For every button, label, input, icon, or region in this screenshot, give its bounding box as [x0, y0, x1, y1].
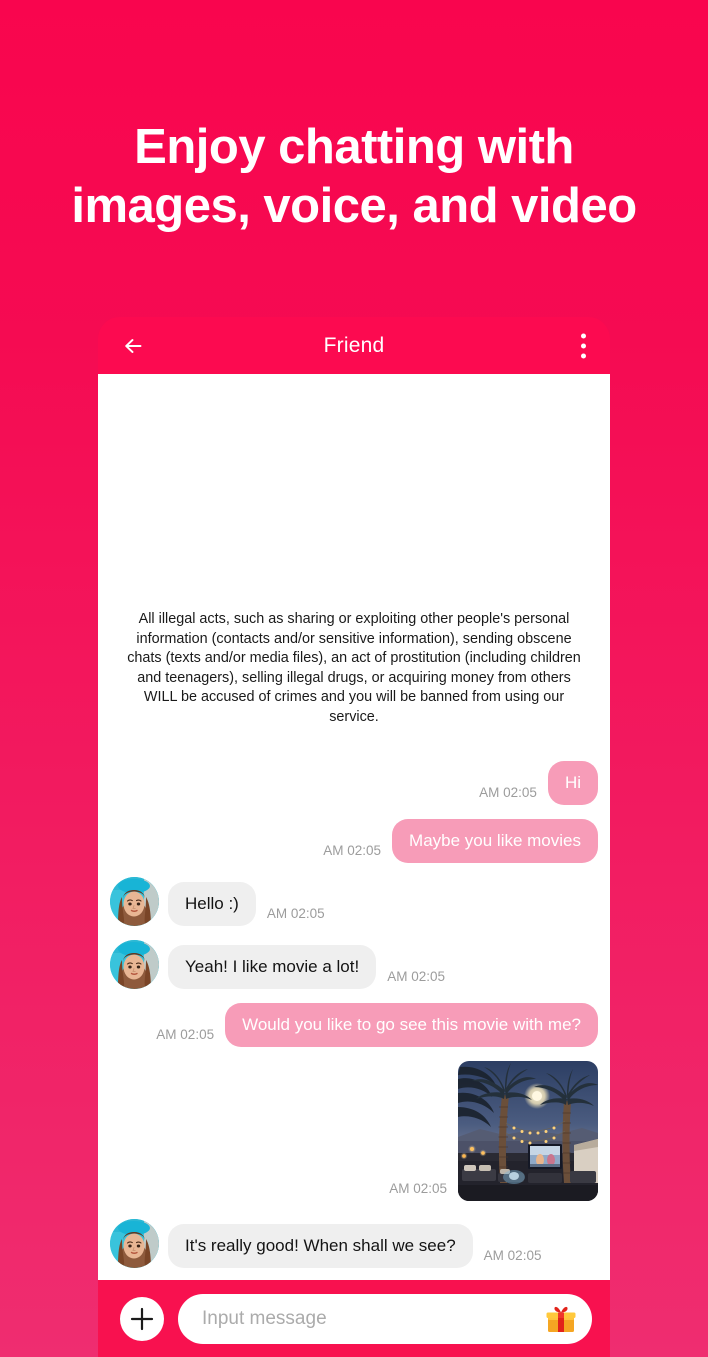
gift-icon[interactable] [544, 1302, 578, 1336]
message-timestamp: AM 02:05 [389, 1181, 447, 1196]
menu-dot [581, 343, 586, 348]
chat-header-bar: Friend [98, 317, 610, 374]
message-bubble-incoming[interactable]: Yeah! I like movie a lot! [168, 945, 377, 989]
headline-line-2: images, voice, and video [71, 179, 637, 233]
overflow-menu-icon[interactable] [581, 333, 586, 358]
message-row: AM 02:05 Would you like to go see this m… [110, 1003, 598, 1047]
promo-headline: Enjoy chatting with images, voice, and v… [0, 118, 708, 236]
message-timestamp: AM 02:05 [483, 1248, 542, 1263]
message-timestamp: AM 02:05 [156, 1027, 215, 1042]
message-input-bar [98, 1280, 610, 1357]
policy-notice: All illegal acts, such as sharing or exp… [127, 611, 581, 725]
menu-dot [581, 353, 586, 358]
message-row: AM 02:05 Maybe you like movies [110, 819, 598, 863]
message-list[interactable]: All illegal acts, such as sharing or exp… [98, 374, 610, 1280]
chat-screen: Friend All illegal acts, such as sharing… [98, 317, 610, 1357]
message-row: AM 02:05 Hi [110, 761, 598, 805]
chat-title: Friend [323, 333, 385, 357]
message-row: It's really good! When shall we see? AM … [110, 1219, 598, 1268]
message-bubble-incoming[interactable]: It's really good! When shall we see? [168, 1224, 473, 1268]
avatar[interactable] [110, 940, 159, 989]
message-timestamp: AM 02:05 [387, 969, 445, 984]
avatar[interactable] [110, 1219, 159, 1268]
message-timestamp: AM 02:05 [323, 843, 382, 858]
message-bubble-outgoing[interactable]: Would you like to go see this movie with… [225, 1003, 598, 1047]
back-arrow-icon[interactable] [118, 329, 152, 363]
message-bubble-outgoing[interactable]: Hi [547, 761, 598, 805]
menu-dot [581, 333, 586, 338]
message-timestamp: AM 02:05 [266, 906, 325, 921]
message-timestamp: AM 02:05 [479, 785, 537, 800]
message-row: Hello :) AM 02:05 [110, 877, 598, 926]
message-row: Yeah! I like movie a lot! AM 02:05 [110, 940, 598, 989]
message-photo[interactable] [458, 1061, 598, 1201]
message-input-wrapper[interactable] [178, 1293, 592, 1344]
headline-line-1: Enjoy chatting with [134, 120, 574, 174]
plus-icon [130, 1307, 154, 1330]
avatar[interactable] [110, 877, 159, 926]
message-row: AM 02:05 [110, 1061, 598, 1201]
message-bubble-outgoing[interactable]: Maybe you like movies [392, 819, 598, 863]
add-attachment-button[interactable] [120, 1296, 164, 1341]
message-input[interactable] [202, 1307, 544, 1330]
message-bubble-incoming[interactable]: Hello :) [168, 882, 256, 926]
